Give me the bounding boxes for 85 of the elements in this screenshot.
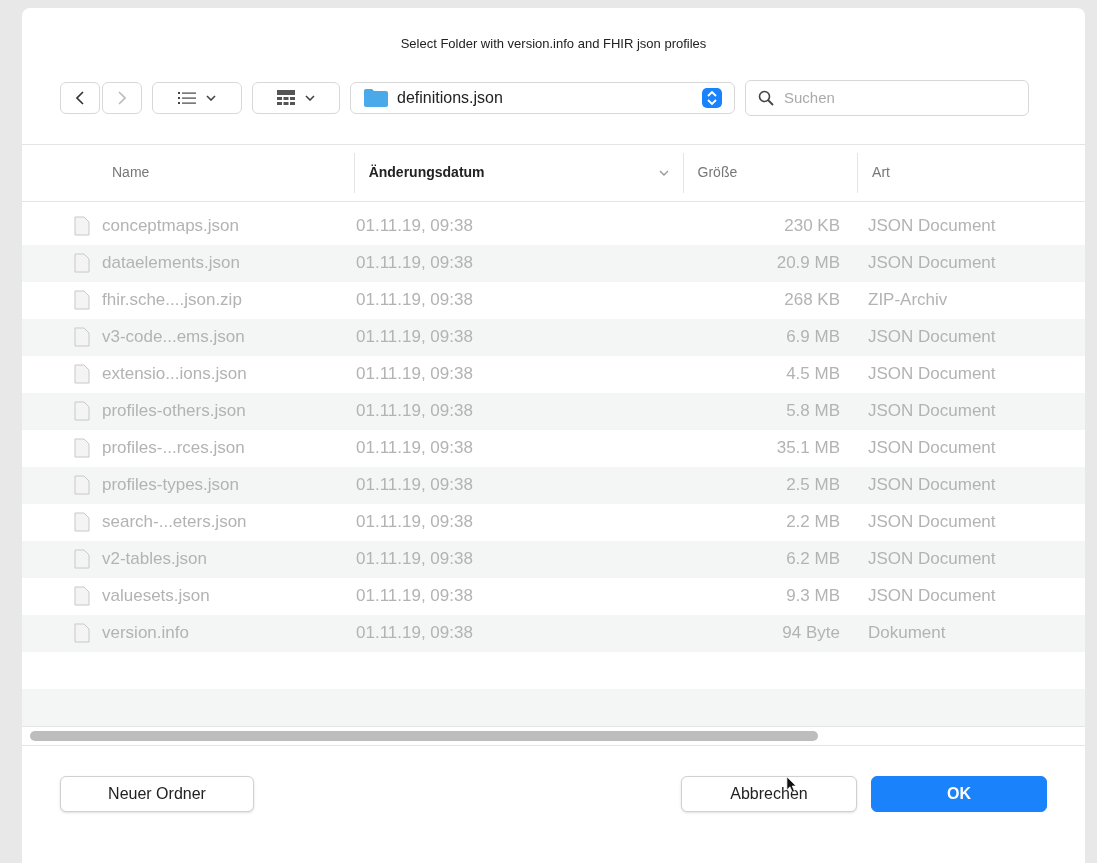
chevron-down-icon <box>305 94 315 101</box>
column-header[interactable]: Name <box>22 152 354 193</box>
search-field[interactable]: Suchen <box>745 79 1029 116</box>
file-size: 230 KB <box>783 215 840 238</box>
document-icon <box>74 253 90 273</box>
file-kind: JSON Document <box>867 400 996 423</box>
file-size: 4.5 MB <box>785 363 840 386</box>
document-icon <box>74 401 90 421</box>
modified-date: 01.11.19, 09:38 <box>356 585 474 608</box>
document-icon <box>74 586 90 606</box>
file-name: v2-tables.json <box>102 548 207 571</box>
grid-icon <box>277 89 295 106</box>
document-icon <box>74 364 90 384</box>
back-button[interactable] <box>60 81 100 114</box>
file-name: version.info <box>102 622 189 645</box>
modified-date: 01.11.19, 09:38 <box>356 252 474 275</box>
modified-date: 01.11.19, 09:38 <box>356 437 474 460</box>
modified-date: 01.11.19, 09:38 <box>356 511 474 534</box>
location-label: definitions.json <box>397 87 504 108</box>
file-size: 35.1 MB <box>775 437 840 460</box>
location-dropdown[interactable]: definitions.json <box>350 81 735 114</box>
file-name: dataelements.json <box>102 252 240 275</box>
file-kind: JSON Document <box>867 474 996 497</box>
document-icon <box>74 623 90 643</box>
chevron-down-icon <box>206 94 216 101</box>
file-kind: JSON Document <box>867 252 996 275</box>
chevron-left-icon <box>76 90 84 105</box>
file-kind: JSON Document <box>867 548 996 571</box>
column-header[interactable]: Größe <box>682 152 858 193</box>
file-size: 6.2 MB <box>785 548 840 571</box>
modified-date: 01.11.19, 09:38 <box>356 474 474 497</box>
search-icon <box>758 89 774 106</box>
document-icon <box>74 216 90 236</box>
file-size: 5.8 MB <box>785 400 840 423</box>
group-button[interactable] <box>252 81 340 114</box>
file-name: conceptmaps.json <box>102 215 240 238</box>
chevron-right-icon <box>118 90 126 105</box>
document-icon <box>74 438 90 458</box>
sort-chevron-icon <box>658 169 669 176</box>
file-name: profiles-...rces.json <box>102 437 245 460</box>
document-icon <box>74 549 90 569</box>
file-name: profiles-others.json <box>102 400 246 423</box>
list-icon <box>178 91 196 104</box>
document-icon <box>74 327 90 347</box>
column-header[interactable]: Art <box>857 152 1085 193</box>
document-icon <box>74 512 90 532</box>
modified-date: 01.11.19, 09:38 <box>356 548 474 571</box>
window-title: Select Folder with version.info and FHIR json profiles <box>399 35 708 53</box>
document-icon <box>74 475 90 495</box>
file-name: valuesets.json <box>102 585 210 608</box>
column-header[interactable]: Änderungsdatum <box>353 152 683 193</box>
modified-date: 01.11.19, 09:38 <box>356 289 474 312</box>
file-size: 268 KB <box>783 289 840 312</box>
file-kind: Dokument <box>867 622 946 645</box>
file-kind: JSON Document <box>867 326 996 349</box>
file-kind: JSON Document <box>867 363 996 386</box>
file-name: extensio...ions.json <box>102 363 247 386</box>
file-size: 94 Byte <box>781 622 840 645</box>
new-folder-button[interactable]: Neuer Ordner <box>60 775 254 812</box>
view-mode-button[interactable] <box>152 81 242 114</box>
folder-icon <box>363 87 389 108</box>
file-kind: JSON Document <box>867 511 996 534</box>
modified-date: 01.11.19, 09:38 <box>356 215 474 238</box>
file-kind: ZIP-Archiv <box>867 289 948 312</box>
file-kind: JSON Document <box>867 585 996 608</box>
file-size: 6.9 MB <box>785 326 840 349</box>
file-kind: JSON Document <box>867 437 996 460</box>
document-icon <box>74 290 90 310</box>
file-name: fhir.sche....json.zip <box>102 289 242 312</box>
file-name: v3-code...ems.json <box>102 326 245 349</box>
modified-date: 01.11.19, 09:38 <box>356 363 474 386</box>
cancel-button[interactable]: Abbrechen <box>681 775 857 812</box>
ok-button[interactable]: OK <box>871 775 1047 812</box>
file-size: 20.9 MB <box>775 252 840 275</box>
file-size: 2.5 MB <box>785 474 840 497</box>
horizontal-scrollbar[interactable] <box>30 730 818 741</box>
modified-date: 01.11.19, 09:38 <box>356 622 474 645</box>
file-size: 9.3 MB <box>785 585 840 608</box>
file-name: search-...eters.json <box>102 511 247 534</box>
up-down-arrows-icon <box>702 87 722 108</box>
modified-date: 01.11.19, 09:38 <box>356 400 474 423</box>
file-kind: JSON Document <box>867 215 996 238</box>
modified-date: 01.11.19, 09:38 <box>356 326 474 349</box>
file-size: 2.2 MB <box>785 511 840 534</box>
file-name: profiles-types.json <box>102 474 239 497</box>
